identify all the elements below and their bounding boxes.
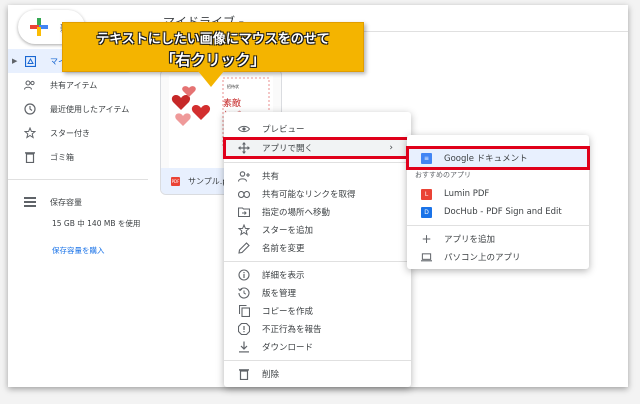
submenu-item-label: DocHub - PDF Sign and Edit	[444, 207, 562, 217]
trash-icon	[238, 368, 250, 380]
menu-item-label: 不正行為を報告	[262, 325, 322, 335]
instruction-callout: テキストにしたい画像にマウスをのせて 「右クリック」	[62, 22, 364, 72]
sidebar-item-trash[interactable]: ゴミ箱	[8, 145, 158, 169]
menu-item-label: 共有	[262, 172, 280, 182]
download-icon	[238, 341, 250, 353]
menu-item-versions[interactable]: 版を管理	[224, 284, 411, 302]
submenu-item-label: アプリを追加	[444, 235, 496, 245]
shared-icon	[24, 79, 36, 91]
menu-item-label: 削除	[262, 370, 280, 380]
callout-arrow-icon	[198, 71, 224, 87]
copy-icon	[238, 305, 250, 317]
menu-item-label: スターを追加	[262, 226, 314, 236]
menu-item-label: 版を管理	[262, 289, 297, 299]
drive-icon	[24, 55, 36, 67]
menu-item-add-star[interactable]: スターを追加	[224, 221, 411, 239]
plus-icon: +	[421, 232, 432, 246]
star-icon	[238, 224, 250, 236]
submenu-item-google-docs[interactable]: ≡ Google ドキュメント	[406, 146, 590, 170]
dochub-icon: D	[421, 206, 432, 218]
sidebar-item-starred[interactable]: スター付き	[8, 121, 158, 145]
sidebar-item-shared[interactable]: 共有アイテム	[8, 73, 158, 97]
trash-icon	[24, 151, 36, 163]
menu-item-label: 詳細を表示	[262, 271, 305, 281]
lumin-icon: L	[421, 188, 432, 200]
menu-divider	[224, 261, 411, 262]
sidebar-item-label: 共有アイテム	[50, 80, 98, 90]
submenu-item-label: Google ドキュメント	[444, 154, 528, 164]
move-icon	[238, 142, 250, 154]
buy-storage-link[interactable]: 保存容量を購入	[52, 245, 158, 256]
info-icon	[238, 269, 250, 281]
menu-item-get-link[interactable]: 共有可能なリンクを取得	[224, 185, 411, 203]
context-menu: プレビュー アプリで開く › 共有 共有可能なリンクを取得 指定の場所へ移動 ス…	[223, 112, 412, 387]
svg-text:素敵: 素敵	[223, 97, 241, 109]
sidebar-item-label: スター付き	[50, 128, 90, 138]
laptop-icon	[421, 252, 432, 263]
menu-item-label: 名前を変更	[262, 244, 305, 254]
clock-icon	[24, 103, 36, 115]
menu-item-share[interactable]: 共有	[224, 167, 411, 185]
menu-item-report[interactable]: 不正行為を報告	[224, 320, 411, 338]
submenu-item-add-app[interactable]: + アプリを追加	[407, 230, 589, 248]
chevron-right-icon: ›	[389, 143, 393, 153]
plus-icon	[30, 18, 48, 36]
sidebar: ▶ マイ 共有アイテム 最近使用したアイテム スター付き ゴミ箱 保存容量 15…	[8, 49, 158, 256]
eye-icon	[238, 125, 250, 133]
menu-item-label: アプリで開く	[262, 144, 314, 154]
menu-item-label: コピーを作成	[262, 307, 314, 317]
sidebar-item-storage[interactable]: 保存容量	[8, 190, 158, 214]
menu-item-preview[interactable]: プレビュー	[224, 120, 411, 138]
sidebar-item-label: ゴミ箱	[50, 152, 74, 162]
person-add-icon	[238, 170, 250, 182]
menu-divider	[224, 162, 411, 163]
callout-line-2: 「右クリック」	[160, 51, 266, 69]
pencil-icon	[238, 242, 250, 254]
storage-icon	[24, 196, 36, 208]
menu-item-label: 共有可能なリンクを取得	[262, 190, 356, 200]
menu-item-details[interactable]: 詳細を表示	[224, 266, 411, 284]
link-icon	[238, 190, 250, 198]
sidebar-divider	[8, 179, 148, 180]
menu-item-label: 指定の場所へ移動	[262, 208, 331, 218]
menu-item-copy[interactable]: コピーを作成	[224, 302, 411, 320]
submenu-item-dochub[interactable]: D DocHub - PDF Sign and Edit	[407, 203, 589, 221]
svg-text:招待状: 招待状	[227, 83, 239, 89]
report-icon	[238, 323, 250, 335]
storage-usage-text: 15 GB 中 140 MB を使用	[52, 219, 141, 228]
sidebar-item-label: 保存容量	[50, 197, 82, 207]
submenu-item-lumin-pdf[interactable]: L Lumin PDF	[407, 185, 589, 203]
sidebar-item-recent[interactable]: 最近使用したアイテム	[8, 97, 158, 121]
expand-arrow-icon[interactable]: ▶	[12, 57, 17, 65]
history-icon	[238, 287, 250, 299]
sidebar-item-label: 最近使用したアイテム	[50, 104, 130, 114]
star-icon	[24, 127, 36, 139]
docs-icon: ≡	[421, 152, 432, 164]
menu-item-label: プレビュー	[262, 125, 305, 135]
menu-item-open-with[interactable]: アプリで開く ›	[223, 137, 412, 159]
folder-move-icon	[238, 207, 250, 217]
open-with-submenu: ≡ Google ドキュメント おすすめのアプリ L Lumin PDF D D…	[406, 135, 590, 269]
submenu-item-label: パソコン上のアプリ	[444, 253, 521, 263]
pdf-icon: PDF	[171, 176, 180, 186]
menu-item-download[interactable]: ダウンロード	[224, 338, 411, 356]
submenu-section-label: おすすめのアプリ	[415, 171, 471, 179]
submenu-item-computer-apps[interactable]: パソコン上のアプリ	[407, 248, 589, 266]
menu-divider	[224, 360, 411, 361]
menu-item-move[interactable]: 指定の場所へ移動	[224, 203, 411, 221]
menu-item-label: ダウンロード	[262, 343, 314, 353]
submenu-divider	[407, 225, 589, 226]
menu-item-rename[interactable]: 名前を変更	[224, 239, 411, 257]
submenu-item-label: Lumin PDF	[444, 189, 490, 199]
menu-item-delete[interactable]: 削除	[224, 365, 411, 383]
callout-line-1: テキストにしたい画像にマウスをのせて	[96, 32, 330, 47]
